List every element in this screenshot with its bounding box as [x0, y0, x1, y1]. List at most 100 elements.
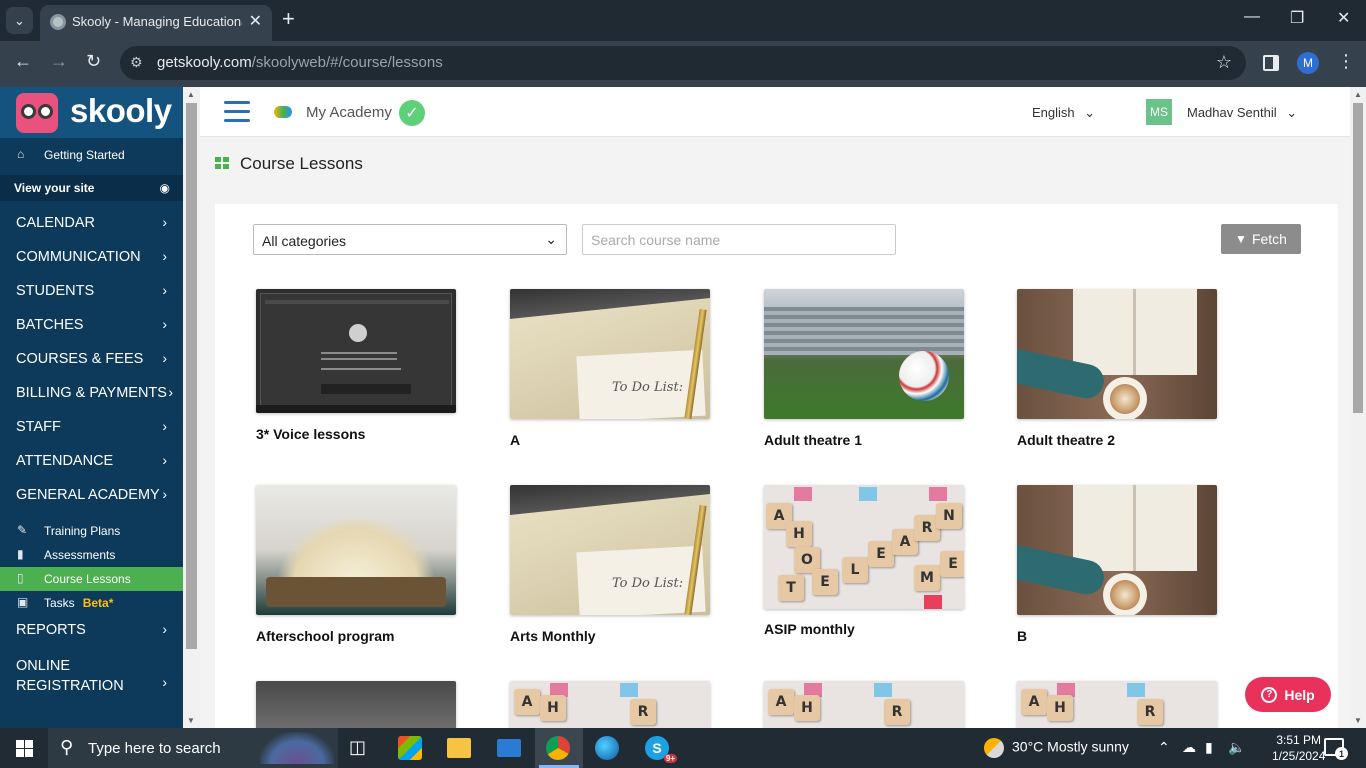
- academy-name[interactable]: My Academy: [306, 104, 392, 121]
- user-avatar[interactable]: MS: [1146, 99, 1172, 125]
- chevron-down-icon: ⌄: [1286, 105, 1298, 120]
- chevron-down-icon: ⌄: [545, 231, 557, 247]
- skype-icon[interactable]: S 9+: [645, 736, 677, 763]
- lesson-title[interactable]: B: [1017, 628, 1027, 644]
- chevron-right-icon: ›: [162, 316, 167, 332]
- windows-start-icon[interactable]: [16, 740, 33, 757]
- edge-icon[interactable]: [595, 736, 619, 760]
- lesson-thumbnail[interactable]: [1017, 485, 1217, 615]
- tab-search-button[interactable]: ⌄: [6, 7, 33, 34]
- skooly-logo[interactable]: skooly: [0, 87, 183, 138]
- sidebar-item-students[interactable]: STUDENTS ›: [16, 282, 181, 299]
- sidebar-item-tasks[interactable]: ▣ Tasks Beta*: [0, 591, 183, 615]
- sidebar-item-billing-payments[interactable]: BILLING & PAYMENTS ›: [16, 384, 181, 401]
- sidebar-item-training-plans[interactable]: ✎ Training Plans: [0, 519, 183, 543]
- hamburger-menu-icon[interactable]: [224, 101, 250, 123]
- sidebar-item-batches[interactable]: BATCHES ›: [16, 316, 181, 333]
- restore-icon[interactable]: ❐: [1290, 8, 1304, 28]
- onedrive-icon[interactable]: ☁: [1182, 739, 1196, 756]
- profile-avatar[interactable]: M: [1297, 52, 1319, 74]
- scroll-up-icon[interactable]: ▲: [187, 90, 195, 99]
- chevron-right-icon: ›: [168, 384, 173, 400]
- search-course-input[interactable]: [582, 224, 896, 255]
- scroll-up-icon[interactable]: ▲: [1354, 90, 1362, 99]
- beta-badge: Beta*: [82, 596, 114, 610]
- lesson-thumbnail[interactable]: [256, 289, 456, 413]
- sidebar-item-courses-fees[interactable]: COURSES & FEES ›: [16, 350, 181, 367]
- lesson-thumbnail[interactable]: [764, 289, 964, 419]
- sidebar-item-general-academy[interactable]: GENERAL ACADEMY ›: [16, 486, 181, 503]
- lesson-thumbnail[interactable]: A H R: [1017, 681, 1217, 728]
- chevron-right-icon: ›: [162, 452, 167, 468]
- weather-widget[interactable]: 30°C Mostly sunny: [984, 738, 1129, 758]
- volume-muted-icon[interactable]: 🔈: [1228, 739, 1245, 756]
- help-button[interactable]: ? Help: [1245, 677, 1331, 712]
- chevron-right-icon: ›: [162, 418, 167, 434]
- task-view-icon[interactable]: ◫: [349, 737, 377, 765]
- lesson-title[interactable]: A: [510, 432, 520, 448]
- sidebar-item-staff[interactable]: STAFF ›: [16, 418, 181, 435]
- lesson-thumbnail[interactable]: [256, 681, 456, 728]
- lesson-thumbnail[interactable]: [256, 485, 456, 615]
- reload-icon[interactable]: ↻: [86, 51, 101, 72]
- taskbar-search[interactable]: ⚲ Type here to search: [48, 728, 338, 768]
- site-info-icon[interactable]: ⚙: [130, 54, 143, 71]
- language-selector[interactable]: English ⌄: [1032, 105, 1095, 121]
- app-header: My Academy ✓ English ⌄ MS Madhav Senthil…: [200, 87, 1351, 137]
- lesson-title[interactable]: 3* Voice lessons: [256, 426, 365, 442]
- sidebar-item-attendance[interactable]: ATTENDANCE ›: [16, 452, 181, 469]
- lesson-title[interactable]: Adult theatre 1: [764, 432, 862, 448]
- tab-favicon-icon: [50, 14, 66, 30]
- chevron-down-icon: ⌄: [1084, 105, 1096, 120]
- scroll-down-icon[interactable]: ▼: [187, 716, 195, 725]
- category-select[interactable]: All categories ⌄: [253, 224, 567, 255]
- lesson-title[interactable]: Adult theatre 2: [1017, 432, 1115, 448]
- document-icon: ▮: [17, 547, 24, 561]
- lesson-title[interactable]: Arts Monthly: [510, 628, 596, 644]
- browser-tab[interactable]: Skooly - Managing Educational ✕: [40, 5, 272, 41]
- side-panel-icon[interactable]: [1263, 55, 1279, 71]
- back-icon[interactable]: ←: [14, 51, 32, 72]
- minimize-icon[interactable]: —: [1244, 8, 1260, 26]
- taskbar-clock[interactable]: 3:51 PM 1/25/2024: [1272, 732, 1325, 764]
- sidebar-scrollbar[interactable]: ▲ ▼: [183, 87, 200, 728]
- forward-icon[interactable]: →: [50, 51, 68, 72]
- sidebar-item-course-lessons[interactable]: ▯ Course Lessons: [0, 567, 183, 591]
- lesson-thumbnail[interactable]: A H R: [510, 681, 710, 728]
- sidebar-item-assessments[interactable]: ▮ Assessments: [0, 543, 183, 567]
- new-tab-button[interactable]: +: [282, 8, 295, 30]
- grid-icon: [215, 157, 230, 170]
- scroll-down-icon[interactable]: ▼: [1354, 716, 1362, 725]
- chevron-up-icon[interactable]: ⌃: [1158, 739, 1170, 756]
- lesson-title[interactable]: ASIP monthly: [764, 621, 855, 637]
- browser-menu-icon[interactable]: ⋮: [1337, 51, 1355, 72]
- sidebar-item-getting-started[interactable]: ⌂ Getting Started: [0, 143, 183, 167]
- lesson-thumbnail[interactable]: To Do List:: [510, 289, 710, 419]
- sidebar-item-reports[interactable]: REPORTS ›: [16, 621, 181, 638]
- mail-icon[interactable]: [497, 739, 521, 757]
- store-icon[interactable]: [398, 736, 422, 760]
- close-tab-icon[interactable]: ✕: [249, 11, 262, 31]
- main-scrollbar[interactable]: ▲ ▼: [1350, 87, 1366, 728]
- user-menu[interactable]: Madhav Senthil ⌄: [1187, 105, 1297, 121]
- lesson-thumbnail[interactable]: A H O T E L E A R N M E: [764, 485, 964, 609]
- sidebar-scroll-thumb[interactable]: [186, 103, 197, 649]
- lesson-thumbnail[interactable]: A H R: [764, 681, 964, 728]
- main-scroll-thumb[interactable]: [1353, 103, 1363, 413]
- battery-icon[interactable]: ▮: [1205, 739, 1213, 756]
- chrome-icon[interactable]: [546, 736, 570, 760]
- lesson-thumbnail[interactable]: [1017, 289, 1217, 419]
- sidebar-item-view-site[interactable]: View your site ◉: [0, 175, 183, 201]
- sidebar-item-communication[interactable]: COMMUNICATION ›: [16, 248, 181, 265]
- lesson-thumbnail[interactable]: To Do List:: [510, 485, 710, 615]
- bookmark-star-icon[interactable]: ☆: [1216, 52, 1232, 73]
- file-explorer-icon[interactable]: [447, 738, 471, 758]
- skype-badge: 9+: [663, 754, 677, 763]
- close-window-icon[interactable]: ✕: [1337, 8, 1350, 28]
- address-bar[interactable]: ⚙ getskooly.com/skoolyweb/#/course/lesso…: [120, 46, 1246, 80]
- lesson-title[interactable]: Afterschool program: [256, 628, 394, 644]
- sidebar-item-online-registration[interactable]: ONLINE REGISTRATION: [16, 656, 156, 696]
- notification-icon[interactable]: 1: [1324, 738, 1348, 760]
- fetch-button[interactable]: ▼ Fetch: [1221, 224, 1301, 254]
- sidebar-item-calendar[interactable]: CALENDAR ›: [16, 214, 181, 231]
